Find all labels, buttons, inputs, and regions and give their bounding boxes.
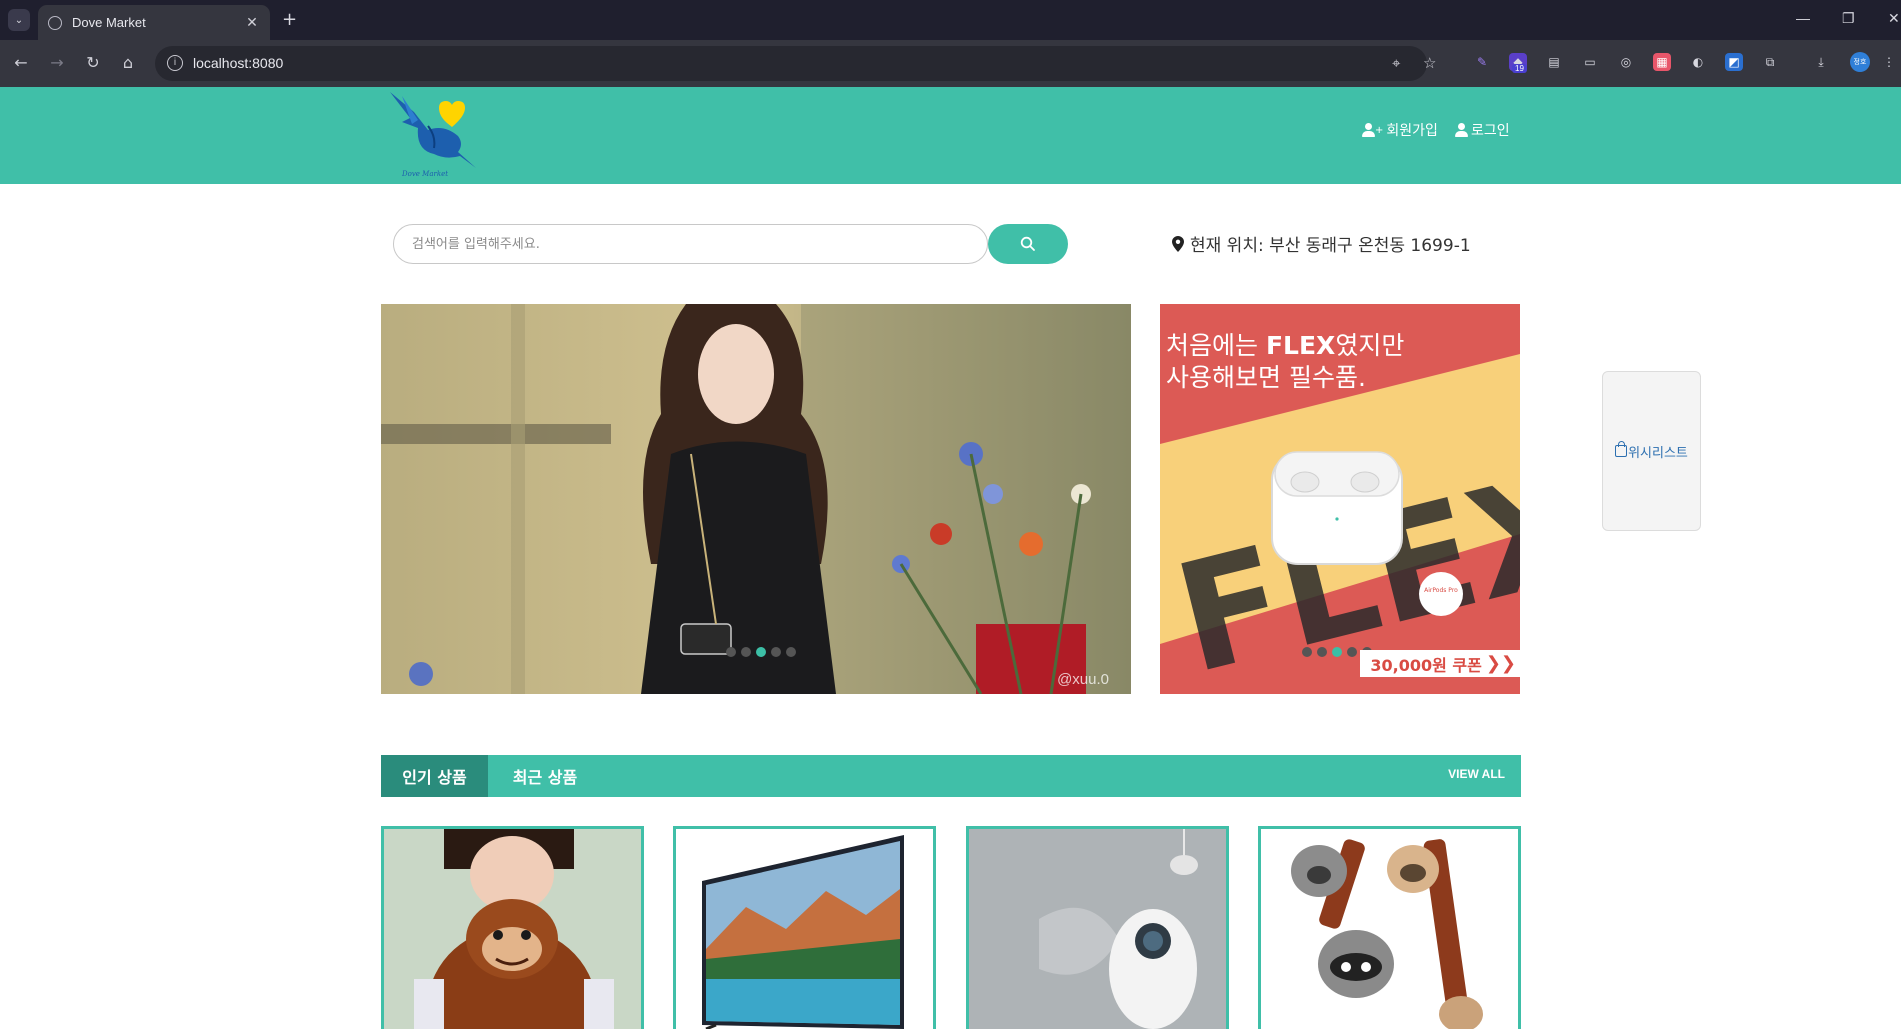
close-window-button[interactable]: ✕ bbox=[1888, 10, 1900, 27]
forward-button[interactable]: → bbox=[46, 52, 68, 74]
hero-watermark: @xuu.0 bbox=[1057, 671, 1109, 688]
tab-popular[interactable]: 인기 상품 bbox=[381, 755, 488, 797]
carousel-dot[interactable] bbox=[1317, 647, 1327, 657]
plush-orangutan-image bbox=[384, 829, 641, 1029]
circle-extension-icon[interactable]: ◐ bbox=[1689, 53, 1707, 71]
restore-button[interactable]: ❐ bbox=[1842, 10, 1855, 27]
hero-banner[interactable]: @xuu.0 bbox=[381, 304, 1131, 694]
login-link[interactable]: 로그인 bbox=[1455, 120, 1510, 140]
shopping-bag-icon bbox=[1615, 441, 1628, 457]
dove-logo[interactable] bbox=[388, 90, 478, 182]
current-location: 현재 위치: 부산 동래구 온천동 1699-1 bbox=[1172, 231, 1471, 256]
map-marker-icon bbox=[1172, 235, 1184, 252]
product-card[interactable] bbox=[673, 826, 936, 1029]
product-card[interactable] bbox=[1258, 826, 1521, 1029]
grid-extension-icon[interactable]: ▦ bbox=[1653, 53, 1671, 71]
promo-line1-bold: FLEX bbox=[1265, 331, 1336, 360]
logo-text: Dove Market bbox=[402, 170, 449, 178]
address-url[interactable]: localhost:8080 bbox=[193, 55, 283, 71]
signup-link[interactable]: + 회원가입 bbox=[1362, 120, 1438, 140]
coupon-text: 30,000원 쿠폰 bbox=[1370, 655, 1482, 675]
search-icon bbox=[1020, 236, 1035, 251]
coupon-badge[interactable]: 30,000원 쿠폰 ❯❯ bbox=[1360, 650, 1520, 677]
promo-headline-2: 사용해보면 필수품. bbox=[1166, 363, 1366, 392]
tab-title: Dove Market bbox=[72, 15, 146, 30]
signup-label: 회원가입 bbox=[1386, 123, 1438, 139]
reload-button[interactable]: ↻ bbox=[82, 52, 104, 74]
tv-image bbox=[676, 829, 933, 1029]
tab-recent[interactable]: 최근 상품 bbox=[488, 755, 602, 797]
promo-headline-1: 처음에는 FLEX였지만 bbox=[1166, 326, 1404, 362]
download-icon[interactable]: ⤓ bbox=[1812, 53, 1830, 71]
product-card[interactable] bbox=[381, 826, 644, 1029]
promo-line1-prefix: 처음에는 bbox=[1166, 331, 1266, 360]
address-bar[interactable]: i localhost:8080 ⌖ ☆ bbox=[155, 46, 1436, 81]
promo-line1-suffix: 였지만 bbox=[1335, 331, 1405, 360]
plus-icon: + bbox=[1375, 124, 1384, 136]
site-header bbox=[0, 87, 1901, 184]
note-extension-icon[interactable]: ◩ bbox=[1725, 53, 1743, 71]
view-all-link[interactable]: VIEW ALL bbox=[1448, 767, 1505, 781]
globe-icon bbox=[48, 15, 62, 30]
humidifier-image bbox=[969, 829, 1226, 1029]
carousel-dot[interactable] bbox=[1347, 647, 1357, 657]
search-button[interactable] bbox=[988, 224, 1068, 264]
back-button[interactable]: ← bbox=[10, 52, 32, 74]
tab-search-chevron-icon[interactable]: ⌄ bbox=[8, 9, 30, 31]
wishlist-label: 위시리스트 bbox=[1628, 445, 1688, 461]
home-button[interactable]: ⌂ bbox=[117, 52, 139, 74]
close-tab-icon[interactable]: ✕ bbox=[244, 15, 260, 31]
product-card[interactable] bbox=[966, 826, 1229, 1029]
extension-badge: 19 bbox=[1512, 64, 1527, 73]
user-icon bbox=[1455, 123, 1469, 137]
carousel-dot[interactable] bbox=[741, 647, 751, 657]
carousel-dot[interactable] bbox=[771, 647, 781, 657]
carousel-dot[interactable] bbox=[726, 647, 736, 657]
feather-extension-icon[interactable]: ✎ bbox=[1473, 53, 1491, 71]
plush-animals-image bbox=[1261, 829, 1518, 1029]
double-chevron-icon: ❯❯ bbox=[1485, 653, 1516, 674]
menu-kebab-icon[interactable]: ⋮ bbox=[1880, 53, 1898, 71]
airpods-tag-text: AirPods Pro bbox=[1424, 587, 1458, 594]
carousel-dot-active[interactable] bbox=[756, 647, 766, 657]
user-plus-icon bbox=[1362, 123, 1376, 137]
reader-extension-icon[interactable]: ▤ bbox=[1545, 53, 1563, 71]
location-text: 현재 위치: 부산 동래구 온천동 1699-1 bbox=[1190, 236, 1471, 256]
wishlist-button[interactable]: 위시리스트 bbox=[1602, 371, 1701, 531]
target-extension-icon[interactable]: ◎ bbox=[1617, 53, 1635, 71]
product-tab-bar: 인기 상품 최근 상품 VIEW ALL bbox=[381, 755, 1521, 797]
hero-banner-image bbox=[381, 304, 1131, 694]
promo-banner[interactable]: FLEX AirPods Pro 처음에는 FLEX였지만 사용해보면 필수품.… bbox=[1160, 304, 1520, 694]
puzzle-extensions-icon[interactable]: ⧉ bbox=[1761, 53, 1779, 71]
wallet-extension-icon[interactable]: ▭ bbox=[1581, 53, 1599, 71]
carousel-dot[interactable] bbox=[786, 647, 796, 657]
site-info-icon[interactable]: i bbox=[167, 55, 183, 71]
login-label: 로그인 bbox=[1471, 123, 1510, 139]
browser-tab-strip: ⌄ Dove Market ✕ + — ❐ ✕ bbox=[0, 0, 1901, 40]
minimize-button[interactable]: — bbox=[1796, 10, 1810, 26]
carousel-dot[interactable] bbox=[1302, 647, 1312, 657]
hero-carousel-dots bbox=[726, 647, 796, 657]
bookmark-star-icon[interactable]: ☆ bbox=[1423, 54, 1436, 72]
profile-avatar[interactable]: 정호 bbox=[1850, 52, 1870, 72]
carousel-dot-active[interactable] bbox=[1332, 647, 1342, 657]
search-input[interactable] bbox=[393, 224, 988, 264]
location-pin-icon[interactable]: ⌖ bbox=[1392, 54, 1400, 72]
browser-tab[interactable]: Dove Market ✕ bbox=[38, 5, 270, 40]
new-tab-button[interactable]: + bbox=[282, 9, 297, 31]
browser-toolbar: ← → ↻ ⌂ i localhost:8080 ⌖ ☆ bbox=[0, 40, 1901, 87]
